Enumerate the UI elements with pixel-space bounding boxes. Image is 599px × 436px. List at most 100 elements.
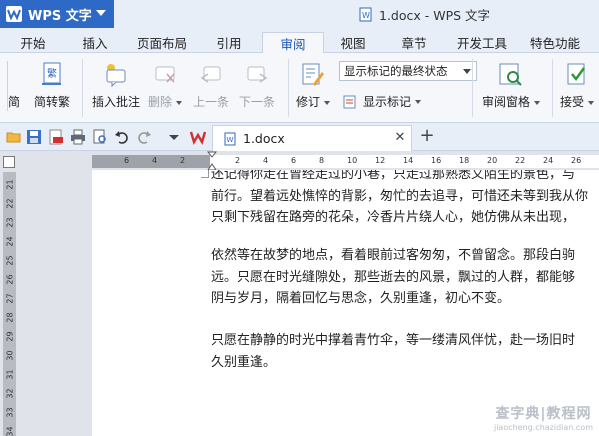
review-pane-icon xyxy=(499,63,522,86)
save-icon[interactable] xyxy=(26,129,42,145)
ruler-tick-label: 6 xyxy=(124,156,130,165)
chevron-down-icon xyxy=(588,100,595,105)
delete-comment-icon xyxy=(155,66,175,83)
ruler-tick-label: 22 xyxy=(515,156,526,165)
new-tab-button[interactable]: + xyxy=(418,127,436,145)
ribbon-separator xyxy=(82,59,83,117)
redo-icon[interactable] xyxy=(136,129,152,145)
site-watermark: 查字典|教程网 jiaocheng.chazidian.com xyxy=(493,406,593,432)
ruler-tick-label: 25 xyxy=(5,255,15,266)
text-line: 阴与岁月，隔着回忆与思念，久别重逢，初心不变。 xyxy=(211,291,511,306)
delete-comment-button[interactable]: 删除 xyxy=(148,62,183,110)
undo-icon[interactable] xyxy=(114,129,130,145)
ruler-tick-label: 10 xyxy=(347,156,358,165)
tab-view[interactable]: 视图 xyxy=(332,32,374,53)
vertical-ruler[interactable]: 21 22 23 24 25 26 27 28 29 30 31 32 33 34 xyxy=(3,172,16,436)
text-line: 久别重逢。 xyxy=(211,354,277,370)
document-icon: W xyxy=(224,132,236,145)
ruler-tick-label: 32 xyxy=(5,388,15,399)
ribbon-scroll-left[interactable] xyxy=(0,61,8,111)
open-folder-icon[interactable] xyxy=(6,129,22,145)
document-tab-label: 1.docx xyxy=(243,131,285,146)
tab-page-layout[interactable]: 页面布局 xyxy=(134,32,190,53)
ruler-tick-label: 30 xyxy=(5,350,15,361)
markup-state-select[interactable]: 显示标记的最终状态 xyxy=(339,61,477,81)
convert-icon: 繁 xyxy=(42,62,61,85)
tab-special[interactable]: 特色功能 xyxy=(526,32,584,53)
next-icon xyxy=(247,66,268,83)
ruler-tick-label: 29 xyxy=(5,331,15,342)
tab-chapter[interactable]: 章节 xyxy=(393,32,435,53)
horizontal-ruler[interactable]: 6 4 2 2 4 6 8 10 12 14 16 18 20 22 24 26 xyxy=(92,155,599,168)
svg-text:繁: 繁 xyxy=(47,67,57,80)
margin-corner-mark xyxy=(201,170,209,178)
text-line: 只愿在静静的时光中撑着青竹伞，等一缕清风伴忧，赴一场旧时 xyxy=(211,333,576,348)
review-pane-button[interactable]: 审阅窗格 xyxy=(482,62,541,110)
ruler-tick-label: 20 xyxy=(487,156,498,165)
print-icon[interactable] xyxy=(70,129,86,145)
previous-comment-button[interactable]: 上一条 xyxy=(193,62,229,110)
ruler-tick-label: 18 xyxy=(459,156,470,165)
export-pdf-icon[interactable] xyxy=(48,129,64,145)
next-comment-button[interactable]: 下一条 xyxy=(239,62,275,110)
document-page[interactable]: 还记得你走在曾经走过的小巷，只走过那熟悉又陌生的景色，与 前行。望着远处憔悴的背… xyxy=(92,170,599,436)
indent-marker-icon[interactable] xyxy=(207,151,217,171)
paragraph-3: 只愿在静静的时光中撑着青竹伞，等一缕清风伴忧，赴一场旧时 久别重逢。 xyxy=(211,330,575,373)
track-changes-icon xyxy=(302,63,324,86)
ruler-tick-label: 16 xyxy=(431,156,442,165)
ruler-tick-label: 21 xyxy=(5,179,15,190)
ruler-tick-label: 2 xyxy=(180,156,186,165)
accept-icon xyxy=(567,63,586,85)
comment-icon xyxy=(106,64,126,88)
ribbon-separator xyxy=(552,59,553,117)
app-menu-button[interactable]: WPS 文字 xyxy=(0,0,114,28)
ruler-tick-label: 6 xyxy=(291,156,297,165)
track-changes-button[interactable]: 修订 xyxy=(296,62,331,110)
chevron-down-icon xyxy=(324,100,331,105)
ruler-tick-label: 12 xyxy=(375,156,386,165)
ruler-tick-label: 2 xyxy=(235,156,241,165)
wps-home-icon[interactable] xyxy=(190,129,206,145)
tab-references[interactable]: 引用 xyxy=(208,32,250,53)
close-icon[interactable]: ✕ xyxy=(393,131,407,145)
text-line: 依然等在故梦的地点，看着眼前过客匆匆，不曾留念。那段白驹 xyxy=(211,248,576,263)
customize-toolbar-icon[interactable] xyxy=(166,129,182,145)
ribbon-separator xyxy=(288,59,289,117)
document-icon: W xyxy=(359,7,372,21)
ribbon-separator xyxy=(472,59,473,117)
fanjian-left-button[interactable]: 简 xyxy=(8,93,20,110)
ruler-tick-label: 31 xyxy=(5,369,15,380)
title-bar: WPS 文字 W 1.docx - WPS 文字 xyxy=(0,0,599,28)
tab-start[interactable]: 开始 xyxy=(12,32,54,53)
tab-insert[interactable]: 插入 xyxy=(74,32,116,53)
window-title: W 1.docx - WPS 文字 xyxy=(358,0,490,28)
ruler-tick-label: 14 xyxy=(403,156,414,165)
ruler-tick-label: 26 xyxy=(571,156,582,165)
print-preview-icon[interactable] xyxy=(92,129,108,145)
simplified-to-traditional-button[interactable]: 繁 简转繁 xyxy=(34,62,70,110)
insert-comment-button[interactable]: 插入批注 xyxy=(92,62,140,110)
ruler-tick-label: 27 xyxy=(5,293,15,304)
ribbon-review: 简 繁 简转繁 插入批注 删除 上一条 下一条 修订 显示标记的最终状态 显示标… xyxy=(0,53,599,123)
ruler-tick-label: 34 xyxy=(5,426,15,436)
tab-developer[interactable]: 开发工具 xyxy=(453,32,511,53)
ruler-tick-label: 24 xyxy=(543,156,554,165)
ribbon-tabs: 开始 插入 页面布局 引用 审阅 视图 章节 开发工具 特色功能 xyxy=(0,28,599,53)
ruler-tick-label: 24 xyxy=(5,236,15,247)
tab-stop-selector[interactable] xyxy=(3,156,15,168)
text-line: 只剩下残留在路旁的花朵，冷香片片绕人心，她仿佛从未出现， xyxy=(211,210,576,225)
chevron-down-icon xyxy=(96,10,106,16)
ruler-tick-label: 8 xyxy=(319,156,325,165)
ruler-tick-label: 22 xyxy=(5,198,15,209)
accept-button[interactable]: 接受 xyxy=(560,62,595,110)
text-line: 前行。望着远处憔悴的背影，匆忙的去追寻，可惜还未等到我从你 xyxy=(211,188,589,204)
chevron-down-icon xyxy=(463,69,471,74)
tab-review[interactable]: 审阅 xyxy=(262,32,324,53)
app-name: WPS 文字 xyxy=(28,8,92,24)
tab-document[interactable]: W 1.docx ✕ xyxy=(212,125,412,151)
wps-logo-icon xyxy=(6,6,22,22)
ruler-tick-label: 33 xyxy=(5,407,15,418)
text-line: 远。只愿在时光缝隙处，那些逝去的风景，飘过的人群，都能够 xyxy=(211,269,576,285)
paragraph-1: 还记得你走在曾经走过的小巷，只走过那熟悉又陌生的景色，与 前行。望着远处憔悴的背… xyxy=(211,170,588,229)
show-markup-button[interactable]: 显示标记 xyxy=(343,93,422,110)
